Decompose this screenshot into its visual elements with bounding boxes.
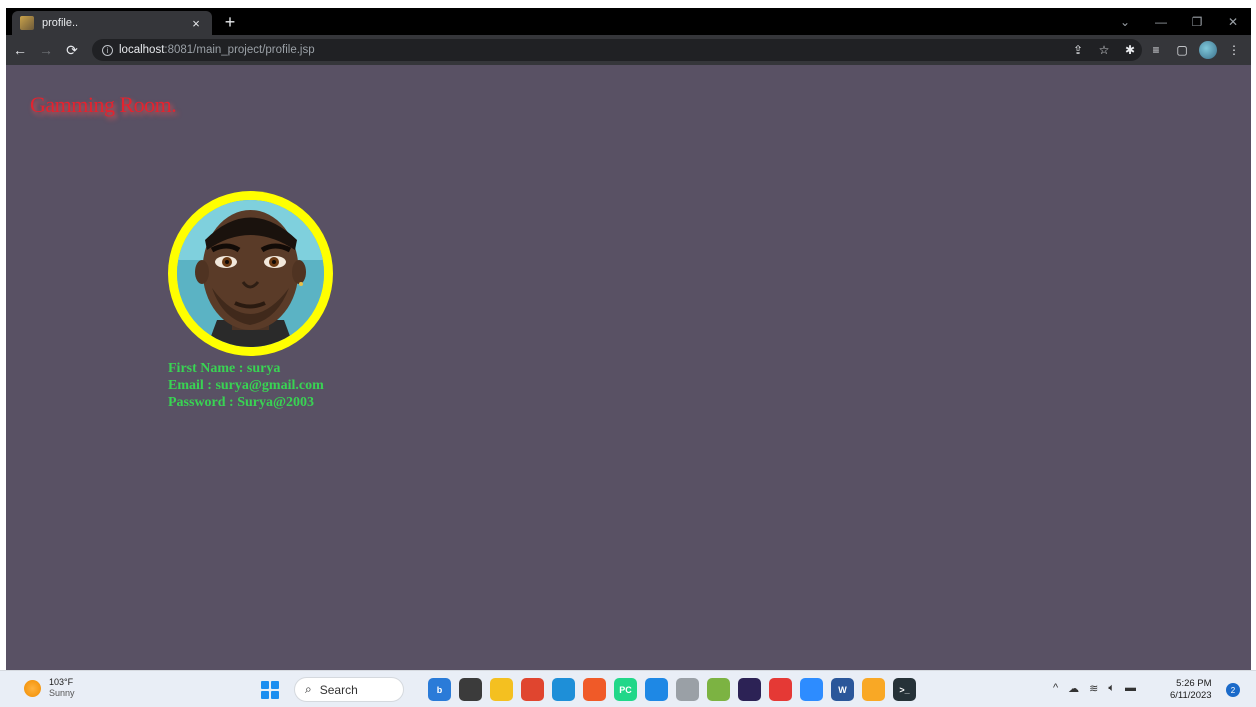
windows-taskbar: 103°F Sunny ⌕ Search b PC W >_ ^ ☁ ≋ 🔈︎ ▬ 5…: [0, 670, 1256, 707]
page-content: Gamming Room. First Name: surya Email:…: [6, 65, 1251, 670]
clock[interactable]: 5:26 PM 6/11/2023: [1170, 678, 1212, 702]
weather-condition: Sunny: [49, 688, 75, 698]
window-controls: ⌄ — ❐ ✕: [1107, 8, 1251, 35]
weather-temp: 103°F: [49, 677, 74, 687]
wifi-icon[interactable]: ≋: [1089, 682, 1098, 695]
tab-strip: profile.. × + ⌄ — ❐ ✕: [6, 8, 1251, 35]
site-brand: Gamming Room.: [30, 92, 177, 117]
terminal-icon[interactable]: >_: [893, 678, 916, 701]
maximize-button[interactable]: ❐: [1179, 8, 1215, 35]
task-view-icon[interactable]: [459, 678, 482, 701]
tab-profile[interactable]: profile.. ×: [12, 11, 212, 35]
forward-button[interactable]: →: [34, 38, 58, 62]
chrome-icon[interactable]: [521, 678, 544, 701]
share-icon[interactable]: ⇪: [1067, 39, 1089, 61]
close-window-button[interactable]: ✕: [1215, 8, 1251, 35]
sun-icon: [24, 679, 41, 697]
password-text: Password : Surya@2003: [168, 395, 315, 410]
profile-details: First Name : surya Email : surya@gmail.c…: [168, 360, 324, 411]
search-icon: ⌕: [305, 682, 312, 696]
volume-icon[interactable]: 🔈︎: [1108, 682, 1115, 695]
minimize-button[interactable]: —: [1143, 8, 1179, 35]
back-button[interactable]: ←: [8, 38, 32, 62]
zoom-icon[interactable]: [800, 678, 823, 701]
favicon-icon: [20, 16, 34, 30]
clock-date: 6/11/2023: [1170, 690, 1212, 701]
word-icon[interactable]: W: [831, 678, 854, 701]
browser-window: profile.. × + ⌄ — ❐ ✕ ← → ⟳ i localhost:…: [6, 8, 1251, 670]
bookmark-star-icon[interactable]: ☆: [1093, 39, 1115, 61]
address-bar[interactable]: i localhost:8081/main_project/profile.js…: [92, 39, 1142, 61]
file-explorer-icon[interactable]: [490, 678, 513, 701]
email-text: Email : surya@gmail.com: [168, 378, 324, 393]
network-cloud-icon[interactable]: ☁: [1068, 682, 1079, 695]
clock-time: 5:26 PM: [1176, 678, 1212, 689]
site-info-icon[interactable]: i: [102, 44, 113, 56]
database-icon[interactable]: [676, 678, 699, 701]
chrome-canary-icon[interactable]: [862, 678, 885, 701]
pycharm-icon[interactable]: PC: [614, 678, 637, 701]
menu-kebab-icon[interactable]: ⋮: [1223, 39, 1245, 61]
start-button[interactable]: [261, 681, 279, 699]
battery-icon[interactable]: ▬: [1125, 682, 1136, 695]
system-tray: ^ ☁ ≋ 🔈︎ ▬: [1053, 682, 1136, 695]
reading-list-icon[interactable]: ≡: [1145, 39, 1167, 61]
url-path: :8081/main_project/profile.jsp: [164, 44, 315, 56]
taskbar-search[interactable]: ⌕ Search: [294, 677, 404, 702]
new-tab-button[interactable]: +: [220, 11, 240, 33]
brave-icon[interactable]: [583, 678, 606, 701]
avatar-image: [177, 200, 324, 347]
edge-icon[interactable]: [552, 678, 575, 701]
first-name-text: First Name : surya: [168, 361, 281, 376]
bing-chat-icon[interactable]: b: [428, 678, 451, 701]
side-panel-icon[interactable]: ▢: [1171, 39, 1193, 61]
image-viewer-icon[interactable]: [707, 678, 730, 701]
url-host: localhost: [119, 44, 165, 56]
store-icon[interactable]: [769, 678, 792, 701]
pinned-apps: b PC W >_: [428, 678, 916, 701]
search-label: Search: [319, 682, 358, 697]
notification-badge[interactable]: 2: [1226, 683, 1240, 697]
browser-toolbar: ← → ⟳ i localhost:8081/main_project/prof…: [6, 35, 1251, 65]
tab-search-icon[interactable]: ⌄: [1107, 8, 1143, 35]
weather-widget[interactable]: 103°F Sunny: [24, 677, 75, 699]
chevron-up-icon[interactable]: ^: [1053, 682, 1058, 695]
close-tab-icon[interactable]: ×: [188, 16, 204, 31]
eclipse-icon[interactable]: [738, 678, 761, 701]
profile-avatar: [168, 191, 333, 356]
vscode-icon[interactable]: [645, 678, 668, 701]
extensions-icon[interactable]: ✱: [1119, 39, 1141, 61]
reload-button[interactable]: ⟳: [60, 38, 84, 62]
tab-title: profile..: [42, 17, 79, 29]
profile-avatar-icon[interactable]: [1197, 39, 1219, 61]
toolbar-icons: ⇪ ☆ ✱ ≡ ▢ ⋮: [1067, 39, 1245, 61]
